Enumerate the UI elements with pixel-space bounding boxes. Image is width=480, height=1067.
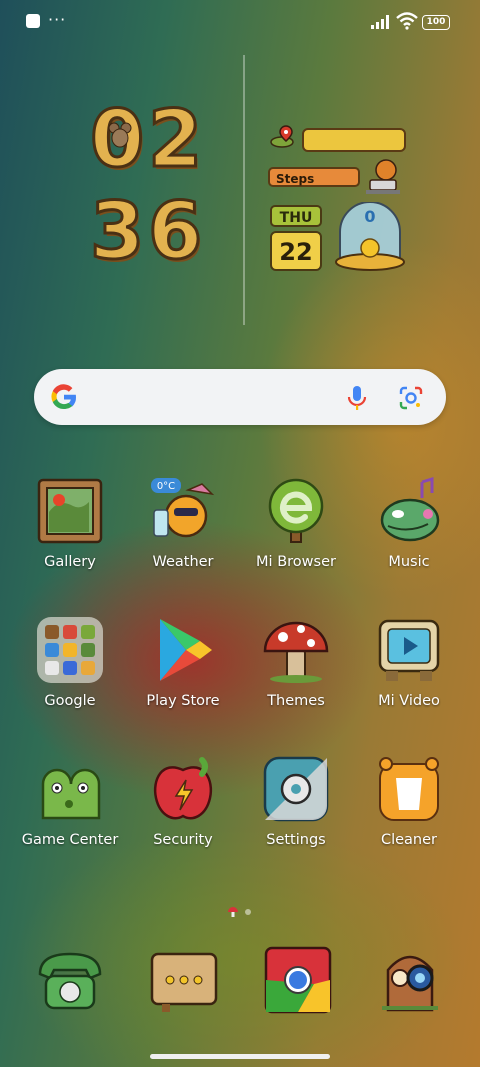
phone-icon[interactable] bbox=[34, 944, 106, 1016]
app-label: Music bbox=[388, 554, 430, 570]
widget-divider bbox=[243, 55, 245, 325]
chrome-icon[interactable] bbox=[262, 944, 334, 1016]
cleaner-icon bbox=[379, 757, 439, 821]
app-label: Mi Video bbox=[378, 693, 440, 709]
day-of-week: THU bbox=[270, 205, 322, 227]
app-label: Cleaner bbox=[380, 832, 438, 848]
themes-icon bbox=[263, 621, 329, 683]
battery-icon: 100 bbox=[422, 15, 450, 30]
app-mi-video[interactable]: Mi Video bbox=[353, 615, 465, 709]
app-label: Gallery bbox=[44, 554, 96, 570]
app-label: Security bbox=[153, 832, 213, 848]
date-number: 22 bbox=[270, 231, 322, 271]
app-gallery[interactable]: Gallery bbox=[14, 476, 126, 570]
location-pin-icon bbox=[270, 125, 294, 148]
google-lens-icon[interactable] bbox=[398, 385, 424, 411]
page-indicator[interactable] bbox=[226, 905, 256, 919]
clock-minute-tens: 3 bbox=[89, 187, 146, 277]
music-icon bbox=[380, 476, 440, 542]
status-bar: ··· 100 bbox=[0, 0, 480, 44]
mouse-decoration-icon bbox=[108, 122, 132, 148]
app-label: Weather bbox=[152, 554, 214, 570]
app-google-folder[interactable]: Google bbox=[14, 615, 126, 709]
app-themes[interactable]: Themes bbox=[240, 615, 352, 709]
app-mi-browser[interactable]: Mi Browser bbox=[240, 476, 352, 570]
microphone-icon[interactable] bbox=[344, 384, 370, 412]
location-bar[interactable] bbox=[302, 128, 406, 152]
security-icon bbox=[153, 757, 213, 820]
app-cleaner[interactable]: Cleaner bbox=[353, 754, 465, 848]
app-music[interactable]: Music bbox=[353, 476, 465, 570]
google-folder-icon bbox=[37, 617, 103, 683]
gallery-icon bbox=[37, 478, 103, 544]
camera-icon[interactable] bbox=[374, 944, 446, 1016]
video-icon bbox=[378, 619, 440, 681]
google-search-bar[interactable] bbox=[34, 369, 446, 425]
settings-icon bbox=[263, 756, 329, 822]
app-settings[interactable]: Settings bbox=[240, 754, 352, 848]
clock-widget[interactable]: 0 2 3 6 bbox=[89, 95, 210, 280]
game-center-icon bbox=[41, 768, 101, 820]
app-security[interactable]: Security bbox=[127, 754, 239, 848]
google-logo-icon bbox=[51, 384, 77, 410]
notification-square-icon bbox=[26, 14, 40, 28]
play-store-icon bbox=[160, 619, 212, 681]
runner-character-icon bbox=[366, 159, 400, 194]
browser-icon bbox=[268, 478, 324, 543]
clock-hour-ones: 2 bbox=[147, 95, 204, 185]
app-label: Settings bbox=[266, 832, 326, 848]
clock-minute-ones: 6 bbox=[147, 187, 204, 277]
signal-icon bbox=[371, 15, 389, 29]
dome-temperature: 0 bbox=[364, 207, 376, 226]
weather-icon: 0°C bbox=[151, 478, 215, 538]
app-game-center[interactable]: Game Center bbox=[14, 754, 126, 848]
app-play-store[interactable]: Play Store bbox=[127, 615, 239, 709]
app-label: Mi Browser bbox=[256, 554, 336, 570]
more-dots-icon: ··· bbox=[48, 10, 67, 29]
app-label: Game Center bbox=[21, 832, 119, 848]
messages-icon[interactable] bbox=[148, 944, 220, 1016]
app-label: Play Store bbox=[146, 693, 220, 709]
weather-badge: 0°C bbox=[157, 481, 175, 492]
app-weather[interactable]: 0°C Weather bbox=[127, 476, 239, 570]
app-label: Themes bbox=[267, 693, 325, 709]
steps-counter[interactable]: Steps bbox=[268, 167, 360, 187]
wifi-icon bbox=[396, 12, 418, 30]
home-indicator-bar[interactable] bbox=[150, 1054, 330, 1059]
app-label: Google bbox=[44, 693, 96, 709]
